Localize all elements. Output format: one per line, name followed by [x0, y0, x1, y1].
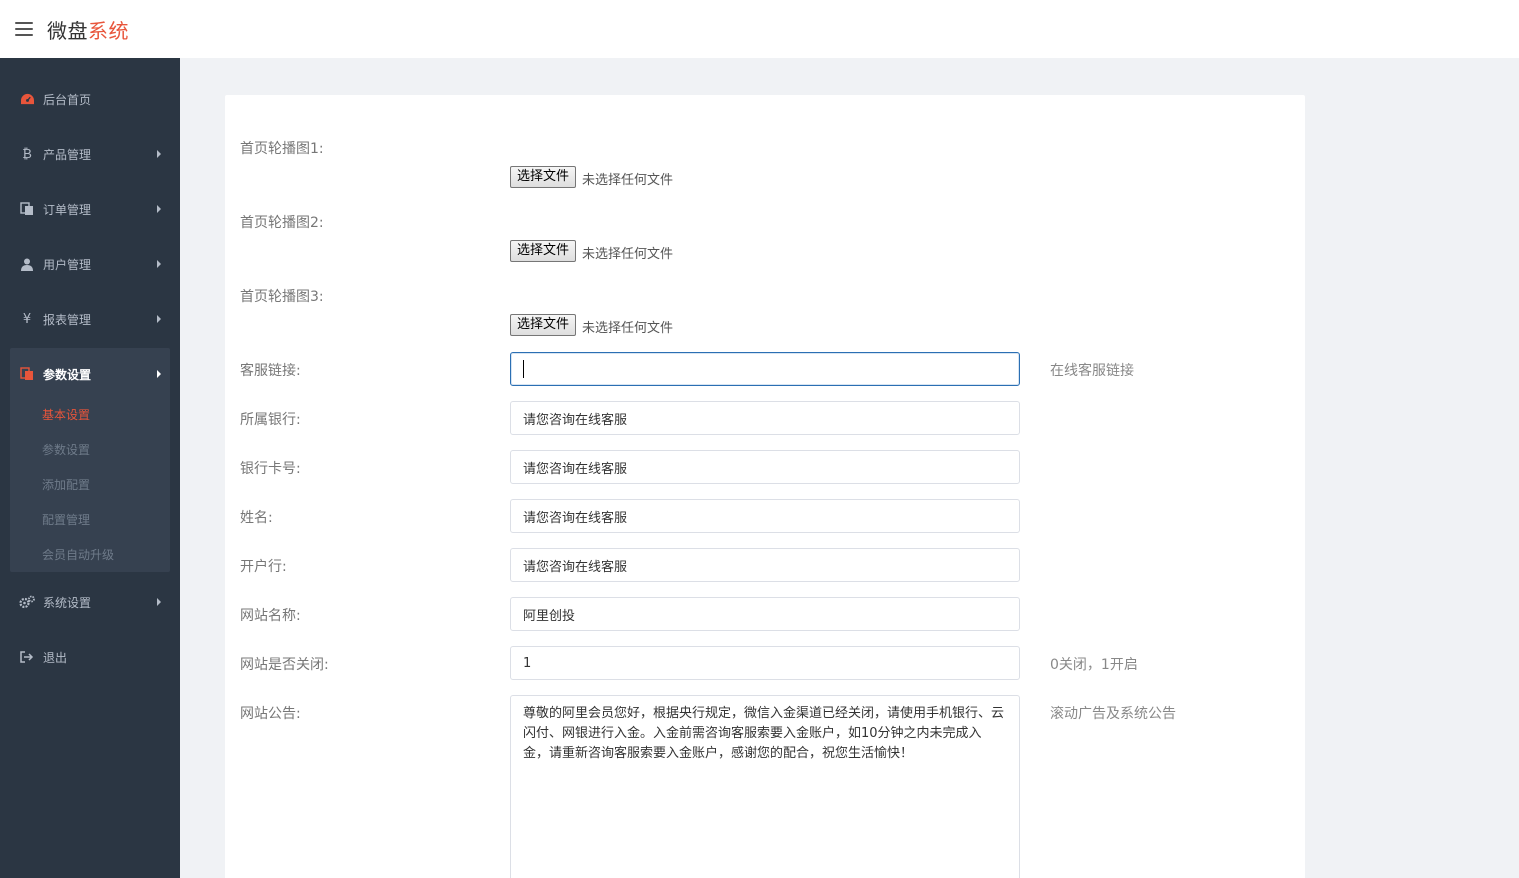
settings-form-card: 首页轮播图1: 选择文件 未选择任何文件 首页轮播图2: 选择文件 未选择任何文…: [225, 95, 1305, 878]
dashboard-icon: [19, 91, 35, 107]
sidebar-item-params[interactable]: 参数设置: [0, 364, 180, 384]
sidebar-item-label: 退出: [43, 650, 68, 665]
service-link-label: 客服链接:: [240, 363, 301, 379]
notice-label: 网站公告:: [240, 706, 301, 722]
site-closed-input[interactable]: [510, 646, 1020, 680]
sidebar-item-users[interactable]: 用户管理: [0, 254, 180, 274]
caret-right-icon: [157, 370, 161, 378]
card-number-label: 银行卡号:: [240, 461, 301, 477]
user-icon: [19, 256, 35, 272]
bank-label: 所属银行:: [240, 412, 301, 428]
sidebar-item-orders[interactable]: 订单管理: [0, 199, 180, 219]
caret-right-icon: [157, 205, 161, 213]
site-closed-hint: 0关闭，1开启: [1050, 657, 1138, 673]
notice-textarea[interactable]: 尊敬的阿里会员您好，根据央行规定，微信入金渠道已经关闭，请使用手机银行、云闪付、…: [510, 695, 1020, 878]
sidebar-item-system[interactable]: 系统设置: [0, 592, 180, 612]
banner1-choose-file-button[interactable]: 选择文件: [510, 166, 577, 188]
sidebar-item-reports[interactable]: ¥ 报表管理: [0, 309, 180, 329]
site-closed-label: 网站是否关闭:: [240, 657, 329, 673]
text-cursor: [523, 360, 524, 378]
site-name-label: 网站名称:: [240, 608, 301, 624]
branch-input[interactable]: [510, 548, 1020, 582]
sign-out-icon: [19, 649, 35, 665]
banner3-file-status: 未选择任何文件: [582, 321, 674, 336]
service-link-hint: 在线客服链接: [1050, 363, 1134, 379]
sidebar: 后台首页 ₿ 产品管理 订单管理 用户管理 ¥ 报表管理 参数设置 基本设置 参…: [0, 58, 180, 878]
submenu-item-config-manage[interactable]: 配置管理: [42, 511, 90, 528]
site-name-input[interactable]: [510, 597, 1020, 631]
sidebar-item-label: 用户管理: [43, 257, 92, 272]
sidebar-item-label: 系统设置: [43, 595, 92, 610]
submenu-item-basic-settings[interactable]: 基本设置: [42, 406, 90, 423]
top-header: 微盘系统: [0, 0, 1519, 58]
banner1-label: 首页轮播图1:: [240, 141, 324, 157]
sidebar-item-label: 订单管理: [43, 202, 92, 217]
copy-icon: [19, 201, 35, 217]
sidebar-item-label: 后台首页: [43, 92, 92, 107]
name-label: 姓名:: [240, 510, 273, 526]
sidebar-item-products[interactable]: ₿ 产品管理: [0, 144, 180, 164]
card-number-input[interactable]: [510, 450, 1020, 484]
service-link-input[interactable]: [510, 352, 1020, 386]
sidebar-item-label: 参数设置: [43, 367, 92, 382]
gears-icon: [19, 594, 35, 610]
brand-text-accent: 系统: [88, 18, 129, 43]
banner1-file-status: 未选择任何文件: [582, 173, 674, 188]
banner2-file-status: 未选择任何文件: [582, 247, 674, 262]
banner3-label: 首页轮播图3:: [240, 289, 324, 305]
submenu-item-member-upgrade[interactable]: 会员自动升级: [42, 546, 114, 563]
sidebar-item-label: 报表管理: [43, 312, 92, 327]
banner2-label: 首页轮播图2:: [240, 215, 324, 231]
banner3-choose-file-button[interactable]: 选择文件: [510, 314, 577, 336]
branch-label: 开户行:: [240, 559, 287, 575]
files-icon: [19, 366, 35, 382]
submenu-item-add-config[interactable]: 添加配置: [42, 476, 90, 493]
sidebar-item-logout[interactable]: 退出: [0, 647, 180, 667]
bank-input[interactable]: [510, 401, 1020, 435]
submenu-item-param-settings[interactable]: 参数设置: [42, 441, 90, 458]
name-input[interactable]: [510, 499, 1020, 533]
caret-right-icon: [157, 150, 161, 158]
sidebar-item-label: 产品管理: [43, 147, 92, 162]
hamburger-menu-icon[interactable]: [15, 22, 33, 36]
caret-right-icon: [157, 260, 161, 268]
caret-right-icon: [157, 598, 161, 606]
bitcoin-icon: ₿: [22, 147, 32, 162]
caret-right-icon: [157, 315, 161, 323]
brand-text-primary: 微盘: [47, 18, 88, 43]
yen-icon: ¥: [22, 311, 32, 327]
banner2-choose-file-button[interactable]: 选择文件: [510, 240, 577, 262]
brand-logo: 微盘系统: [47, 15, 129, 44]
notice-hint: 滚动广告及系统公告: [1050, 706, 1176, 722]
sidebar-item-dashboard[interactable]: 后台首页: [0, 89, 180, 109]
